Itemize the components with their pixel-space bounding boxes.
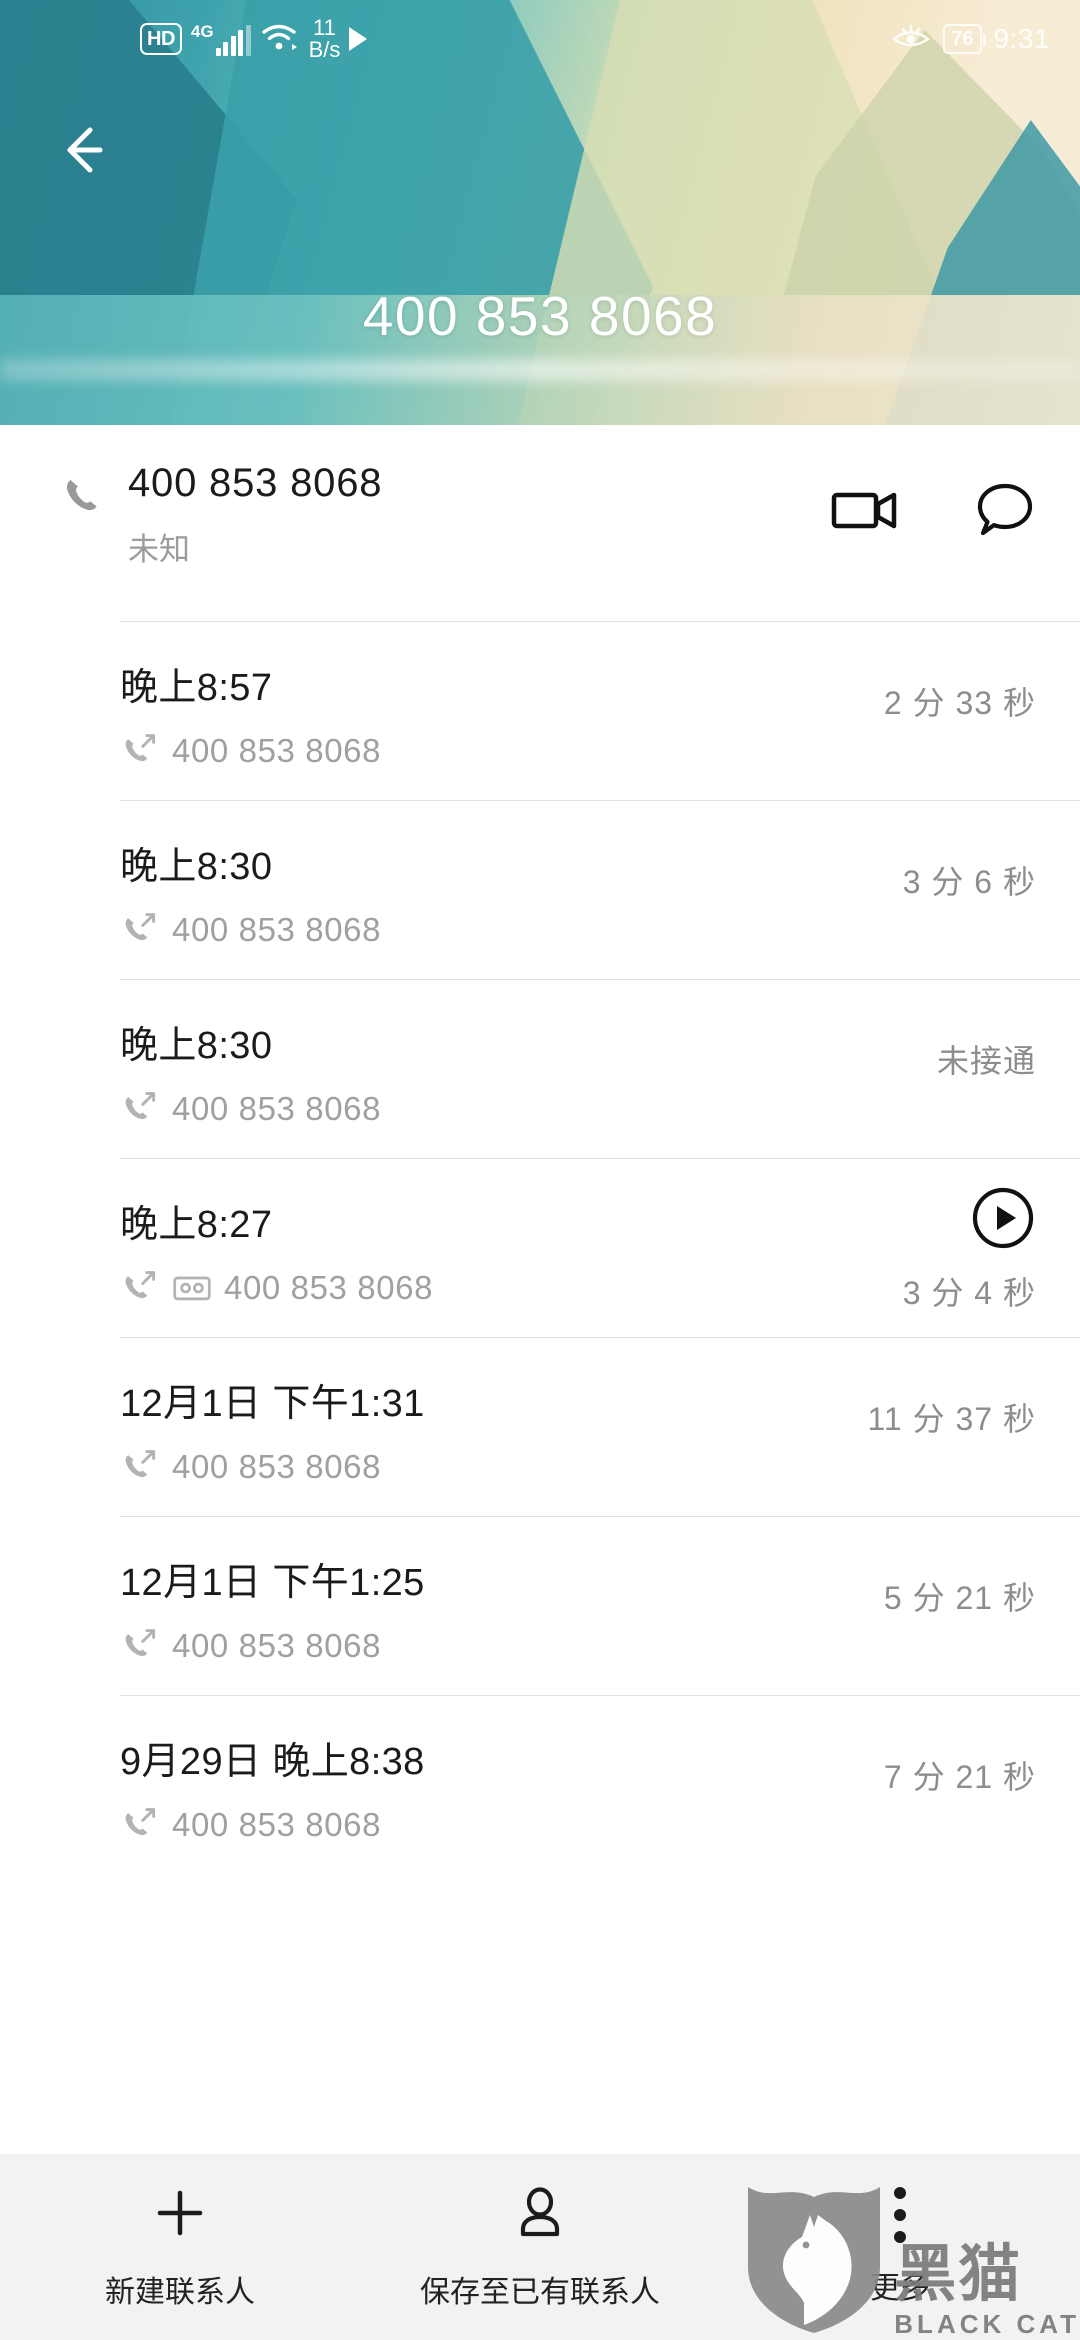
contact-info: 400 853 8068 未知	[128, 425, 830, 569]
call-log-row[interactable]: 12月1日 下午1:25 400 853 8068 5 分 21 秒	[0, 1517, 1080, 1695]
person-icon	[511, 2184, 569, 2247]
call-log-row[interactable]: 12月1日 下午1:31 400 853 8068 11 分 37 秒	[0, 1338, 1080, 1516]
voice-recording-icon	[173, 1276, 211, 1301]
call-log-right: 7 分 21 秒	[884, 1696, 1036, 1798]
back-button[interactable]	[42, 110, 122, 190]
more-button[interactable]: 更多	[720, 2154, 1080, 2340]
status-bar-left: HD 4G 11 B/s	[140, 14, 368, 62]
save-to-existing-contact-button[interactable]: 保存至已有联系人	[360, 2154, 720, 2340]
more-label: 更多	[870, 2272, 930, 2305]
call-log-number: 400 853 8068	[172, 911, 382, 948]
video-call-button[interactable]	[830, 482, 904, 543]
call-log-duration: 7 分 21 秒	[883, 1759, 1036, 1795]
page-title: 400 853 8068	[362, 285, 718, 347]
call-log-row[interactable]: 晚上8:30 400 853 8068 未接通	[0, 980, 1080, 1158]
save-to-existing-contact-label: 保存至已有联系人	[420, 2275, 660, 2309]
wifi-icon	[260, 21, 300, 58]
call-log-left: 晚上8:30 400 853 8068	[120, 980, 381, 1129]
call-log-right: 5 分 21 秒	[884, 1517, 1036, 1619]
call-log-time: 12月1日 下午1:31	[120, 1383, 425, 1425]
call-log-row[interactable]: 晚上8:27 400 853 8068 3 分 4 秒	[0, 1159, 1080, 1337]
call-log-subline: 400 853 8068	[120, 731, 381, 771]
outgoing-call-icon	[125, 1629, 156, 1657]
play-recording-button[interactable]	[970, 1185, 1036, 1256]
call-log-subline: 400 853 8068	[120, 1447, 425, 1487]
eye-comfort-icon	[891, 22, 931, 57]
signal-bars-icon: 4G	[191, 23, 251, 56]
call-log-duration: 3 分 4 秒	[902, 1275, 1036, 1311]
call-log-time: 晚上8:27	[120, 1204, 273, 1246]
contact-action-buttons	[830, 425, 1036, 544]
more-dots-icon	[894, 2187, 906, 2243]
call-log-number: 400 853 8068	[172, 1806, 382, 1843]
call-log-subline: 400 853 8068	[120, 910, 381, 950]
call-log-right: 2 分 33 秒	[884, 622, 1036, 724]
outgoing-call-icon	[125, 1450, 156, 1478]
message-bubble-icon	[977, 483, 1033, 536]
network-type-label: 4G	[190, 21, 214, 41]
call-log-time: 晚上8:57	[120, 667, 273, 709]
new-contact-label: 新建联系人	[105, 2275, 255, 2309]
call-log-left: 12月1日 下午1:31 400 853 8068	[120, 1338, 425, 1487]
call-log-left: 9月29日 晚上8:38 400 853 8068	[120, 1696, 425, 1845]
plus-icon	[151, 2184, 209, 2247]
call-log-duration: 5 分 21 秒	[883, 1580, 1036, 1616]
phone-handset-icon	[60, 473, 104, 522]
call-log-list: 晚上8:57 400 853 8068 2 分 33 秒晚上8:30 400 853 …	[0, 622, 1080, 1874]
battery-indicator: 76	[943, 24, 986, 54]
outgoing-call-icon	[125, 913, 156, 941]
call-log-left: 12月1日 下午1:25 400 853 8068	[120, 1517, 425, 1666]
call-log-right: 未接通	[937, 980, 1036, 1082]
call-log-duration: 11 分 37 秒	[867, 1401, 1036, 1437]
call-log-left: 晚上8:30 400 853 8068	[120, 801, 381, 950]
call-log-subline: 400 853 8068	[120, 1626, 425, 1666]
profile-header-banner: HD 4G 11 B/s 76 9:31 400 853 8068	[0, 0, 1080, 425]
contact-number: 400 853 8068	[128, 461, 383, 505]
status-bar: HD 4G 11 B/s 76 9:31	[0, 0, 1080, 78]
call-log-row[interactable]: 晚上8:30 400 853 8068 3 分 6 秒	[0, 801, 1080, 979]
call-log-right: 3 分 4 秒	[903, 1159, 1036, 1314]
call-log-row[interactable]: 9月29日 晚上8:38 400 853 8068 7 分 21 秒	[0, 1696, 1080, 1874]
call-log-subline: 400 853 8068	[120, 1805, 425, 1845]
status-bar-right: 76 9:31	[891, 22, 1050, 57]
call-log-time: 晚上8:30	[120, 846, 273, 888]
call-log-row[interactable]: 晚上8:57 400 853 8068 2 分 33 秒	[0, 622, 1080, 800]
network-speed: 11 B/s	[308, 14, 341, 62]
call-log-duration: 2 分 33 秒	[883, 685, 1036, 721]
message-button[interactable]	[974, 481, 1036, 544]
call-log-left: 晚上8:57 400 853 8068	[120, 622, 381, 771]
call-log-duration: 未接通	[936, 1043, 1036, 1079]
outgoing-call-icon	[125, 1092, 156, 1120]
hd-icon: HD	[140, 23, 182, 55]
outgoing-call-icon	[125, 1271, 156, 1299]
call-log-subline: 400 853 8068	[120, 1089, 381, 1129]
call-log-number: 400 853 8068	[172, 1448, 382, 1485]
call-log-number: 400 853 8068	[172, 1090, 382, 1127]
call-log-duration: 3 分 6 秒	[902, 864, 1036, 900]
call-log-left: 晚上8:27 400 853 8068	[120, 1159, 433, 1308]
call-log-number: 400 853 8068	[224, 1269, 434, 1306]
new-contact-button[interactable]: 新建联系人	[0, 2154, 360, 2340]
play-circle-icon	[972, 1187, 1034, 1249]
call-log-right: 11 分 37 秒	[868, 1338, 1037, 1440]
outgoing-call-icon	[125, 1808, 156, 1836]
call-log-subline: 400 853 8068	[120, 1268, 433, 1308]
bottom-action-bar: 新建联系人 保存至已有联系人 更多	[0, 2154, 1080, 2340]
play-triangle-icon	[349, 27, 368, 51]
call-log-right: 3 分 6 秒	[903, 801, 1036, 903]
call-log-time: 晚上8:30	[120, 1025, 273, 1067]
contact-label: 未知	[128, 532, 190, 567]
call-log-number: 400 853 8068	[172, 1627, 382, 1664]
call-log-number: 400 853 8068	[172, 732, 382, 769]
call-log-time: 12月1日 下午1:25	[120, 1562, 425, 1604]
contact-summary-row[interactable]: 400 853 8068 未知	[0, 425, 1080, 621]
status-bar-clock: 9:31	[993, 23, 1050, 54]
call-log-time: 9月29日 晚上8:38	[120, 1741, 425, 1783]
back-arrow-icon	[67, 127, 103, 173]
outgoing-call-icon	[125, 734, 156, 762]
video-camera-icon	[831, 492, 897, 529]
water-sheen	[0, 359, 1080, 381]
